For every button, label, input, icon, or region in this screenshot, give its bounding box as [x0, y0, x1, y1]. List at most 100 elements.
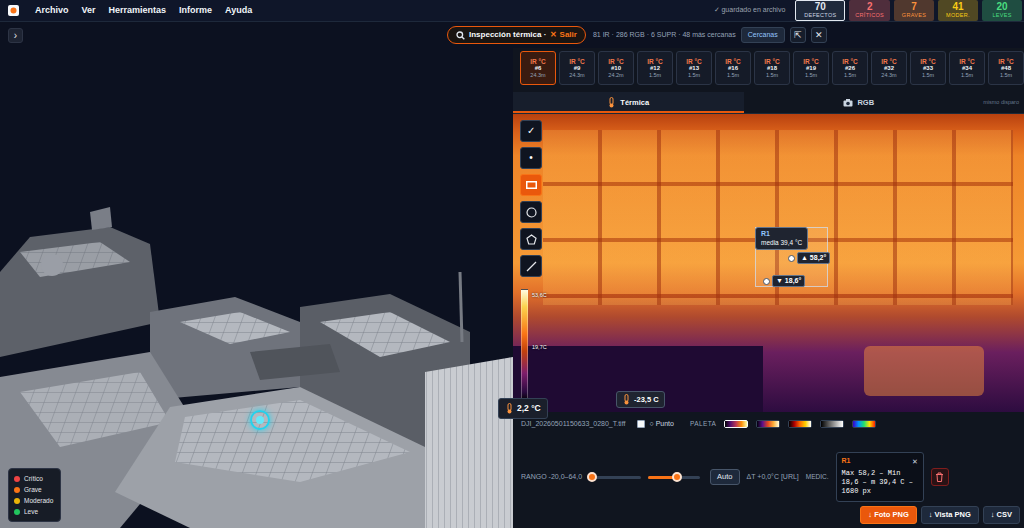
palette-swatch[interactable]	[852, 420, 876, 428]
thumbnail-distance: 1.5m	[1000, 72, 1012, 78]
image-counts: 81 IR · 286 RGB · 6 SUPR · 48 más cercan…	[593, 30, 736, 41]
palette-swatch[interactable]	[820, 420, 844, 428]
auto-button[interactable]: Auto	[710, 469, 739, 485]
nearby-button[interactable]: Cercanas	[741, 27, 785, 42]
line-tool[interactable]	[520, 255, 542, 277]
thumbnail-id: #6	[535, 65, 542, 72]
measurement-close-button[interactable]: ✕	[912, 458, 918, 465]
thumbnail-id: #9	[574, 65, 581, 72]
color-scale-bar	[521, 289, 528, 402]
thumbnail[interactable]: IR °C#261.5m	[832, 51, 868, 85]
palette-swatch[interactable]	[788, 420, 812, 428]
defect-counter[interactable]: 41MODER.	[938, 0, 978, 21]
defect-counter[interactable]: 7GRAVES	[894, 0, 934, 21]
menu-item[interactable]: Ayuda	[225, 4, 252, 18]
defect-counter[interactable]: 2CRÍTICOS	[849, 0, 890, 21]
point-tool[interactable]: •	[520, 147, 542, 169]
range-slider[interactable]	[589, 472, 641, 482]
region-mean: media 39,4 °C	[761, 239, 802, 247]
exit-button[interactable]: ✕ Salir	[550, 29, 577, 41]
palette-swatch[interactable]	[724, 420, 748, 428]
menu-item[interactable]: Ver	[82, 4, 96, 18]
tabs-note: mismo disparo	[974, 92, 1024, 113]
building-model[interactable]	[0, 22, 513, 528]
collapse-button[interactable]: ⇱	[790, 27, 806, 43]
defect-counter[interactable]: 20LEVES	[982, 0, 1022, 21]
thumbnail-id: #34	[962, 65, 972, 72]
rectangle-icon	[526, 181, 537, 189]
export-button[interactable]: ↓ Foto PNG	[860, 506, 916, 524]
inspection-toolbar: Inspección térmica · ✕ Salir 81 IR · 286 R…	[447, 26, 827, 44]
rectangle-tool[interactable]	[520, 174, 542, 196]
delete-button[interactable]	[931, 468, 949, 486]
thumbnail-label: IR °C	[608, 58, 624, 65]
defect-counter[interactable]: 70DEFECTOS	[795, 0, 845, 21]
thumbnail-label: IR °C	[998, 58, 1014, 65]
point-checkbox[interactable]	[637, 420, 645, 428]
selected-defect-marker[interactable]	[250, 410, 270, 430]
thumbnail-distance: 24.3m	[881, 72, 896, 78]
legend-label: Moderado	[24, 495, 53, 506]
thermal-image[interactable]: ✓•53,6C19,7CR1media 39,4 °C▲ 58,2°▼ 18,6…	[513, 114, 1024, 412]
tab-label: RGB	[857, 97, 874, 108]
thumbnail[interactable]: IR °C#924.3m	[559, 51, 595, 85]
search-icon	[456, 31, 465, 40]
thumbnail[interactable]: IR °C#121.5m	[637, 51, 673, 85]
export-button[interactable]: ↓ CSV	[983, 506, 1020, 524]
file-name: DJI_20260501150633_0280_T.tiff	[521, 419, 625, 430]
polygon-tool[interactable]	[520, 228, 542, 250]
inspection-body: IR °C#624.3mIR °C#924.3mIR °C#1024.2mIR …	[513, 48, 1024, 528]
measure-label: MEDIC.	[806, 472, 829, 482]
app: ArchivoVerHerramientasInformeAyuda✓ guar…	[0, 0, 1024, 528]
thumbnail[interactable]: IR °C#181.5m	[754, 51, 790, 85]
counter-label: LEVES	[992, 13, 1011, 19]
legend-label: Leve	[24, 506, 38, 517]
view-tab[interactable]: Térmica	[513, 92, 744, 113]
menu-item[interactable]: Herramientas	[109, 4, 167, 18]
close-button[interactable]: ✕	[811, 27, 827, 43]
polygon-icon	[526, 234, 537, 245]
thumbnail-label: IR °C	[920, 58, 936, 65]
thumbnail[interactable]: IR °C#481.5m	[988, 51, 1024, 85]
inspection-title: Inspección térmica ·	[469, 29, 546, 41]
hover-temperature-value: 2,2 °C	[517, 402, 541, 415]
view-tab[interactable]: RGB	[744, 92, 975, 113]
thumbnail-label: IR °C	[569, 58, 585, 65]
max-point	[788, 255, 795, 262]
thumbnail[interactable]: IR °C#331.5m	[910, 51, 946, 85]
thumbnail[interactable]: IR °C#131.5m	[676, 51, 712, 85]
menu-item[interactable]: Archivo	[35, 4, 69, 18]
thumbnail-distance: 1.5m	[649, 72, 661, 78]
inspection-panel: IR °C#624.3mIR °C#924.3mIR °C#1024.2mIR …	[513, 22, 1024, 528]
slider-thumb[interactable]	[672, 472, 682, 482]
thumbnail-id: #48	[1001, 65, 1011, 72]
range-slider[interactable]	[648, 472, 700, 482]
severity-legend: CríticoGraveModeradoLeve	[8, 468, 61, 522]
legend-dot	[14, 509, 20, 515]
measurement-values: Max 58,2 – Min 18,6 – m 39,4 C – 1680 px	[842, 469, 918, 497]
palette-swatch[interactable]	[756, 420, 780, 428]
circle-tool[interactable]	[520, 201, 542, 223]
counter-value: 20	[996, 2, 1007, 12]
confirm-tool[interactable]: ✓	[520, 120, 542, 142]
thumbnail[interactable]: IR °C#1024.2m	[598, 51, 634, 85]
thumbnail[interactable]: IR °C#161.5m	[715, 51, 751, 85]
legend-item: Grave	[14, 484, 53, 495]
thumbnail-label: IR °C	[842, 58, 858, 65]
slider-thumb[interactable]	[587, 472, 597, 482]
panel-toggle-button[interactable]: ›	[8, 28, 23, 43]
counter-label: DEFECTOS	[804, 13, 836, 19]
thumbnail-label: IR °C	[764, 58, 780, 65]
thermometer-icon	[622, 394, 631, 405]
palette-gradient	[789, 421, 811, 427]
thumbnail[interactable]: IR °C#341.5m	[949, 51, 985, 85]
scale-label: 19,7C	[532, 343, 547, 351]
3d-view[interactable]: › CríticoGraveModeradoLeve	[0, 22, 513, 528]
thermometer-icon	[607, 97, 616, 108]
thumbnail[interactable]: IR °C#191.5m	[793, 51, 829, 85]
thumbnail[interactable]: IR °C#624.3m	[520, 51, 556, 85]
menu-item[interactable]: Informe	[179, 4, 212, 18]
thumbnail[interactable]: IR °C#3224.3m	[871, 51, 907, 85]
export-button[interactable]: ↓ Vista PNG	[921, 506, 979, 524]
min-point	[763, 278, 770, 285]
